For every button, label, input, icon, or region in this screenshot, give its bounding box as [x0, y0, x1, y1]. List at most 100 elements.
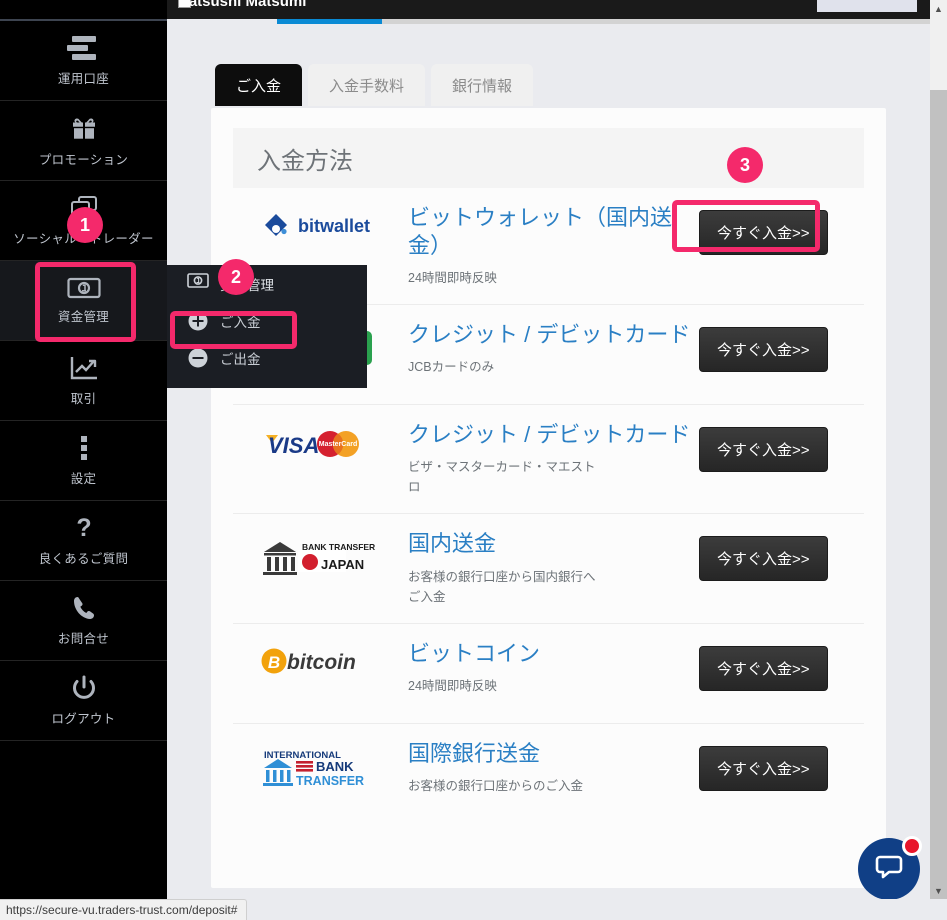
- svg-text:MasterCard: MasterCard: [319, 441, 358, 448]
- tab-deposit-fees[interactable]: 入金手数料: [308, 64, 426, 106]
- sidebar-item-logout[interactable]: ログアウト: [0, 661, 167, 741]
- svg-text:?: ?: [76, 515, 91, 541]
- method-subtitle: ビザ・マスターカード・マエストロ: [408, 460, 596, 495]
- method-title[interactable]: クレジット / デビットカード: [408, 321, 691, 349]
- svg-text:bitcoin: bitcoin: [287, 651, 356, 674]
- method-title[interactable]: ビットウォレット（国内送金）: [408, 204, 691, 260]
- sidebar-item-promotion[interactable]: プロモーション: [0, 101, 167, 181]
- page-load-progress-fill: [277, 19, 382, 24]
- method-title[interactable]: クレジット / デビットカード: [408, 421, 691, 449]
- left-sidebar: 運用口座 プロモーション ソーシャル・トレーダー: [0, 21, 167, 899]
- deposit-now-button[interactable]: 今すぐ入金>>: [699, 210, 828, 255]
- top-header-bar: Katsushi Matsumi: [0, 0, 947, 19]
- power-icon: [71, 675, 97, 701]
- settings-dots-icon: [80, 435, 88, 461]
- header-left-pane: [0, 0, 167, 19]
- deposit-now-button[interactable]: 今すぐ入金>>: [699, 327, 828, 373]
- sidebar-item-label: お問合せ: [57, 631, 110, 646]
- international-bank-transfer-logo: INTERNATIONAL BANK TRANSFER: [233, 740, 408, 792]
- sidebar-item-label: 運用口座: [57, 71, 110, 86]
- method-action: 今すぐ入金>>: [699, 321, 864, 373]
- sidebar-item-contact[interactable]: お問合せ: [0, 581, 167, 661]
- minus-circle-icon: [187, 347, 209, 369]
- plus-circle-icon: [187, 310, 209, 332]
- chat-notification-badge: [902, 836, 922, 856]
- table-row: BANK TRANSFER JAPAN 国内送金 お客様の銀行口座から国内銀行へ…: [233, 514, 864, 624]
- method-action: 今すぐ入金>>: [699, 421, 864, 473]
- funds-icon: [187, 272, 209, 295]
- method-info: 国内送金 お客様の銀行口座から国内銀行へご入金: [408, 530, 699, 606]
- table-row: INTERNATIONAL BANK TRANSFER 国際銀行送金 お客様の銀…: [233, 724, 864, 824]
- submenu-item-withdraw[interactable]: ご出金: [167, 339, 367, 376]
- sidebar-item-trading[interactable]: 取引: [0, 341, 167, 421]
- chart-icon: [69, 355, 99, 381]
- sidebar-item-label: プロモーション: [38, 152, 129, 167]
- method-action: 今すぐ入金>>: [699, 204, 864, 255]
- tab-deposit[interactable]: ご入金: [215, 64, 303, 106]
- svg-text:TRANSFER: TRANSFER: [296, 774, 364, 788]
- chat-bubble-icon: [874, 852, 904, 887]
- scroll-up-arrow-icon[interactable]: ▲: [930, 0, 947, 17]
- sidebar-item-faq[interactable]: ? 良くあるご質問: [0, 501, 167, 581]
- tab-bank-info[interactable]: 銀行情報: [431, 64, 534, 106]
- sidebar-item-settings[interactable]: 設定: [0, 421, 167, 501]
- panel-header: 入金方法: [233, 128, 864, 188]
- method-action: 今すぐ入金>>: [699, 640, 864, 691]
- svg-text:B: B: [268, 653, 280, 672]
- deposit-now-button[interactable]: 今すぐ入金>>: [699, 645, 828, 691]
- browser-status-bar: https://secure-vu.traders-trust.com/depo…: [0, 899, 947, 920]
- status-bar-url: https://secure-vu.traders-trust.com/depo…: [0, 899, 248, 920]
- method-info: クレジット / デビットカード ビザ・マスターカード・マエストロ: [408, 421, 699, 497]
- page-title: 入金方法: [257, 147, 353, 175]
- sidebar-item-label: 良くあるご質問: [38, 551, 129, 566]
- deposit-now-button[interactable]: 今すぐ入金>>: [699, 745, 828, 791]
- method-info: ビットウォレット（国内送金） 24時間即時反映: [408, 204, 699, 288]
- bank-transfer-japan-logo: BANK TRANSFER JAPAN: [233, 530, 408, 582]
- deposit-now-button[interactable]: 今すぐ入金>>: [699, 427, 828, 473]
- step-marker-1: 1: [67, 207, 103, 243]
- phone-icon: [71, 595, 97, 621]
- bitwallet-logo: bitwallet: [233, 204, 408, 240]
- sidebar-item-label: 設定: [70, 471, 97, 486]
- vertical-scrollbar[interactable]: ▲ ▼: [930, 0, 947, 900]
- submenu-item-funds[interactable]: 資金管理: [167, 265, 367, 302]
- method-subtitle: お客様の銀行口座からのご入金: [408, 778, 584, 793]
- header-divider: [0, 19, 167, 21]
- sidebar-item-accounts[interactable]: 運用口座: [0, 21, 167, 101]
- method-title[interactable]: 国内送金: [408, 530, 691, 558]
- header-username: Katsushi Matsumi: [178, 0, 307, 10]
- svg-text:bitwallet: bitwallet: [298, 216, 370, 236]
- method-title[interactable]: ビットコイン: [408, 640, 691, 668]
- table-row: VISA MasterCard クレジット / デビットカード ビザ・マスターカ…: [233, 405, 864, 515]
- svg-text:BANK TRANSFER: BANK TRANSFER: [302, 542, 375, 552]
- deposit-tabs: ご入金 入金手数料 銀行情報: [215, 64, 534, 106]
- header-right-button[interactable]: [817, 0, 917, 12]
- table-row: B bitcoin ビットコイン 24時間即時反映 今すぐ入金>>: [233, 624, 864, 724]
- method-action: 今すぐ入金>>: [699, 740, 864, 791]
- gift-icon: [70, 114, 98, 142]
- method-subtitle: JCBカードのみ: [408, 360, 495, 375]
- deposit-methods-panel: 入金方法 bitwallet ビットウォレット（国内送金） 24時間即時反映 今…: [211, 108, 886, 888]
- question-mark-icon: ?: [74, 515, 94, 541]
- method-info: ビットコイン 24時間即時反映: [408, 640, 699, 696]
- method-subtitle: 24時間即時反映: [408, 271, 497, 286]
- app-root: Katsushi Matsumi 運用口座 プロモーション 資金管理 取引 設定…: [0, 0, 947, 920]
- submenu-item-deposit[interactable]: ご入金: [167, 302, 367, 339]
- funds-submenu: 資金管理 ご入金 ご出金: [167, 265, 367, 388]
- funds-icon: [66, 277, 101, 299]
- scroll-down-arrow-icon[interactable]: ▼: [930, 882, 947, 899]
- method-title[interactable]: 国際銀行送金: [408, 740, 691, 768]
- method-info: 国際銀行送金 お客様の銀行口座からのご入金: [408, 740, 699, 796]
- submenu-item-label: ご出金: [220, 351, 261, 367]
- method-subtitle: 24時間即時反映: [408, 678, 497, 693]
- svg-text:BANK: BANK: [316, 759, 354, 774]
- scrollbar-thumb[interactable]: [930, 90, 947, 900]
- method-info: クレジット / デビットカード JCBカードのみ: [408, 321, 699, 377]
- deposit-now-button[interactable]: 今すぐ入金>>: [699, 536, 828, 582]
- live-chat-button[interactable]: [858, 836, 922, 900]
- bitcoin-logo: B bitcoin: [233, 640, 408, 676]
- step-marker-2: 2: [218, 259, 254, 295]
- visa-mastercard-logo: VISA MasterCard: [233, 421, 408, 461]
- sidebar-item-label: ログアウト: [51, 711, 116, 726]
- sidebar-item-funds[interactable]: 資金管理: [0, 261, 167, 341]
